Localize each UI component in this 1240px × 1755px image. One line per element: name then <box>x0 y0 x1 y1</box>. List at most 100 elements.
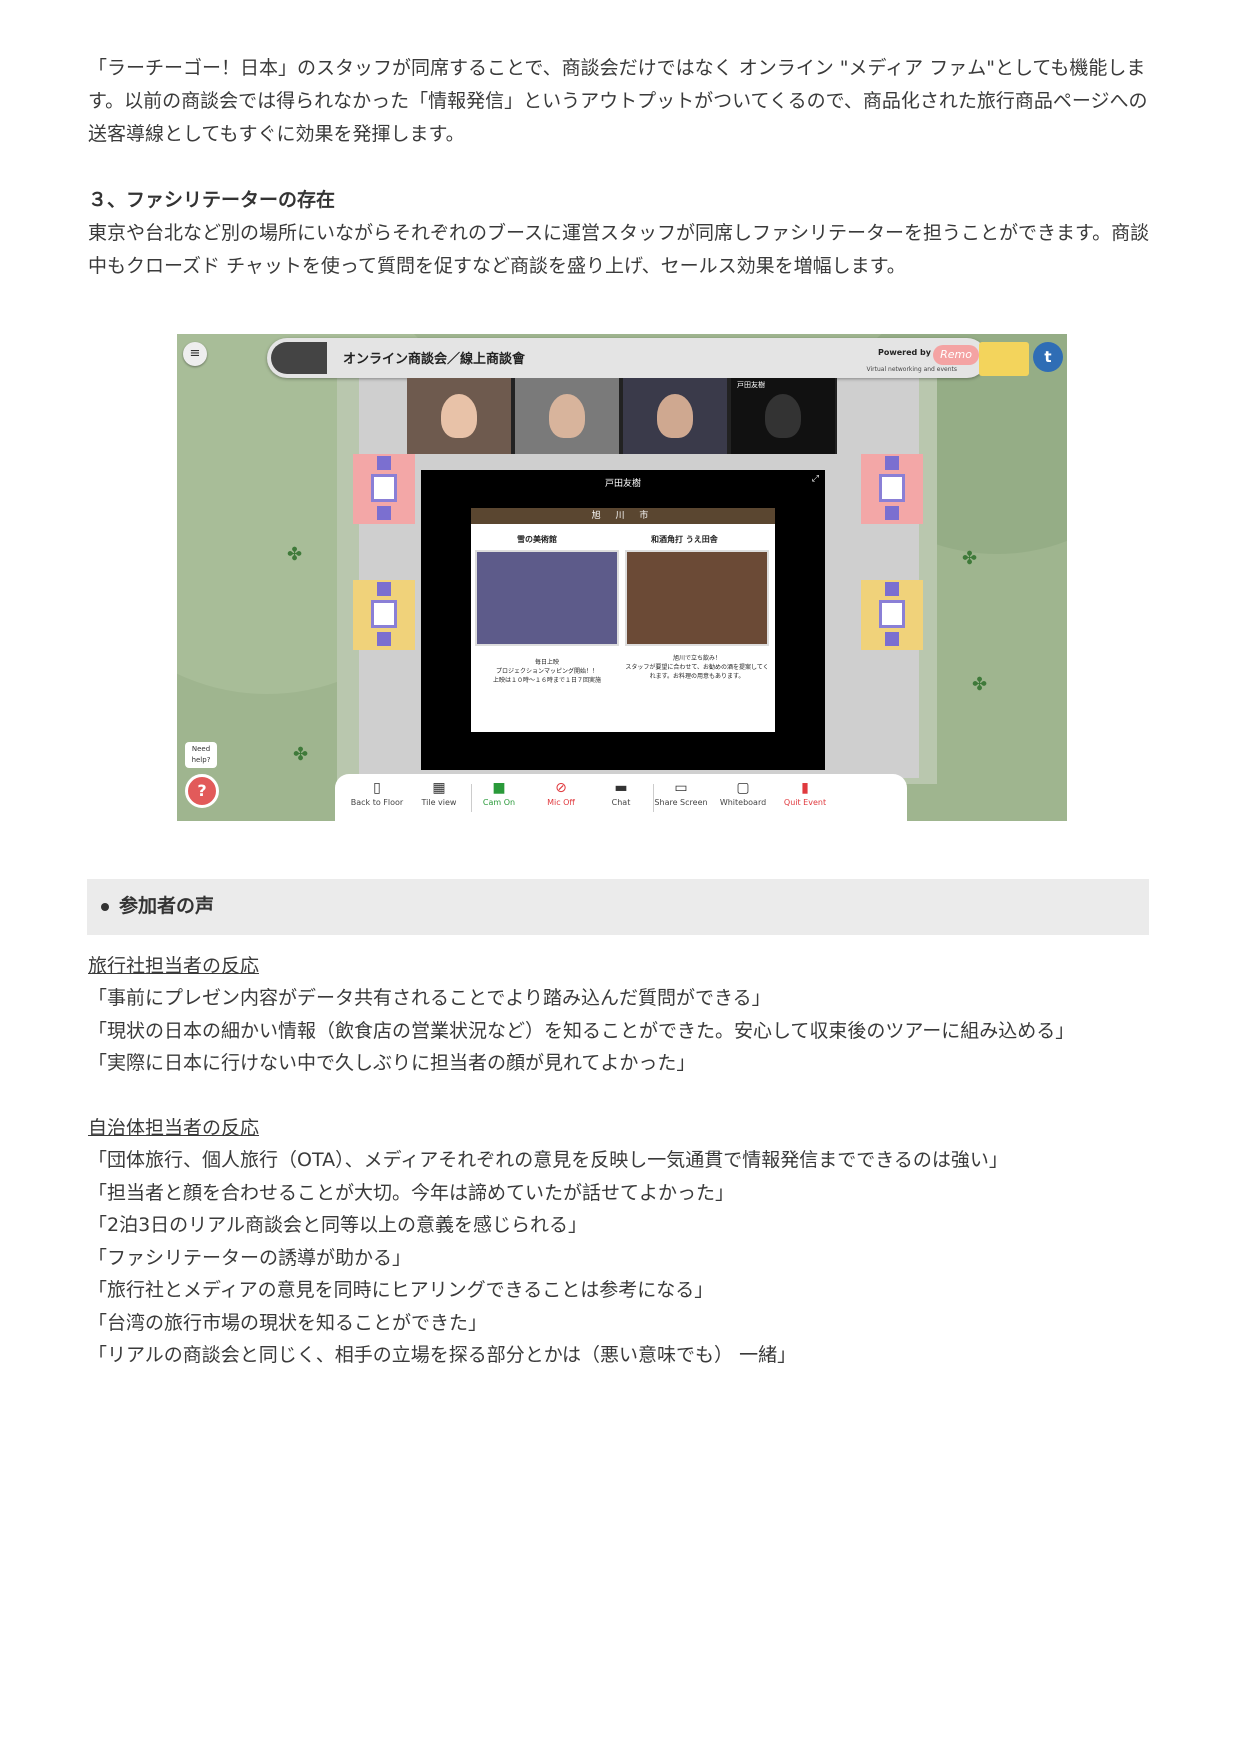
section-heading: ３、ファシリテーターの存在 <box>88 189 336 211</box>
map-icon: ▯ <box>373 780 381 796</box>
chat-icon: ▬ <box>614 780 628 796</box>
quote-item: 「事前にプレゼン内容がデータ共有されることでより踏み込んだ質問ができる」 <box>88 987 771 1009</box>
quote-item: 「旅行社とメディアの意見を同時にヒアリングできることは参考になる」 <box>88 1279 714 1301</box>
back-to-floor-button[interactable]: ▯ Back to Floor <box>343 780 411 807</box>
quote-item: 「台湾の旅行市場の現状を知ることができた」 <box>88 1311 488 1334</box>
quote-item: 「2泊3日のリアル商談会と同等以上の意義を感じられる」 <box>88 1214 587 1236</box>
remo-tagline: Virtual networking and events <box>866 366 957 373</box>
presentation-window: 戸田友樹 ⤢ 旭 川 市 雪の美術館 和酒角打 うえ田舎 毎日上映 プロジェクシ… <box>421 470 825 770</box>
toolbar-label: Back to Floor <box>350 798 404 807</box>
event-title: オンライン商談会／線上商談會 <box>343 352 526 367</box>
fullscreen-icon[interactable]: ⤢ <box>812 474 819 484</box>
voices-section-bar: 参加者の声 <box>87 879 1149 935</box>
whiteboard-icon: ▢ <box>736 780 750 796</box>
help-button[interactable]: ? <box>185 774 219 808</box>
seat <box>377 506 391 520</box>
booth-table[interactable] <box>353 454 415 524</box>
camera-icon: ■ <box>492 780 506 796</box>
toolbar-label: Tile view <box>421 798 457 807</box>
camera-name: 戸田友樹 <box>737 381 765 389</box>
caption-line: 毎日上映 <box>534 659 559 666</box>
caption-line: 上映は１０時～１６時まで１日７回実施 <box>492 677 601 684</box>
cam-on-button[interactable]: ■ Cam On <box>465 780 533 807</box>
participant-face <box>549 394 585 438</box>
seat <box>377 582 391 596</box>
powered-by-label: Powered by <box>878 348 931 357</box>
toolbar-label: Share Screen <box>654 798 708 807</box>
seat <box>377 632 391 646</box>
booth-table[interactable] <box>861 580 923 650</box>
chat-button[interactable]: ▬ Chat <box>587 780 655 807</box>
seat <box>377 456 391 470</box>
bar-photo <box>625 550 769 646</box>
slide-right-caption: 旭川で立ち飲み！ スタッフが要望に合わせて、お勧めの酒を提案してくれます。お料理… <box>625 654 769 681</box>
participant-face <box>657 394 693 438</box>
participant-face <box>441 394 477 438</box>
intro-paragraph: 「ラーチーゴー！日本」のスタッフが同席することで、商談会だけではなく オンライン… <box>88 57 1148 145</box>
museum-photo <box>475 550 619 646</box>
table-desk <box>371 600 397 628</box>
seat <box>885 456 899 470</box>
quote-item: 「団体旅行、個人旅行（OTA）、メディアそれぞれの意見を反映し一気通貫で情報発信… <box>88 1149 1008 1171</box>
event-logo <box>271 342 327 374</box>
whiteboard-button[interactable]: ▢ Whiteboard <box>709 780 777 807</box>
table-desk <box>371 474 397 502</box>
clover-icon: ✤ <box>293 744 309 765</box>
seat <box>885 506 899 520</box>
quit-event-button[interactable]: ▮ Quit Event <box>771 780 839 807</box>
user-avatar[interactable]: t <box>1033 342 1063 372</box>
toolbar-label: Quit Event <box>783 798 827 807</box>
event-top-bar: オンライン商談会／線上商談會 Powered by Remo Virtual n… <box>267 338 987 378</box>
caption-line: プロジェクションマッピング開始！！ <box>495 668 598 675</box>
remo-event-screenshot: ✤ ✤ ✤ ✤ オンライン商談会／線上商談會 Powered by Remo V… <box>177 334 1067 821</box>
need-help-tooltip: Need help? <box>185 742 217 768</box>
seat <box>885 632 899 646</box>
toolbar-label: Chat <box>611 798 631 807</box>
camera-tile[interactable] <box>623 378 727 454</box>
tile-view-button[interactable]: ▦ Tile view <box>405 780 473 807</box>
municipal-heading: 自治体担当者の反応 <box>88 1117 260 1139</box>
booth-table[interactable] <box>353 580 415 650</box>
slide-right-heading: 和酒角打 うえ田舎 <box>651 535 718 544</box>
screen-icon: ▭ <box>674 780 688 796</box>
camera-tile[interactable]: 戸田友樹 <box>731 378 835 454</box>
toolbar-label: Mic Off <box>547 798 575 807</box>
quote-item: 「担当者と顔を合わせることが大切。今年は諦めていたが話せてよかった」 <box>88 1181 735 1204</box>
remo-logo: Remo <box>933 345 979 365</box>
table-desk <box>879 600 905 628</box>
camera-strip: 戸田友樹 <box>407 378 837 454</box>
quote-item: 「現状の日本の細かい情報（飲食店の営業状況など）を知ることができた。安心して収束… <box>88 1019 1075 1042</box>
grid-icon: ▦ <box>432 780 446 796</box>
seat <box>885 582 899 596</box>
camera-tile[interactable] <box>407 378 511 454</box>
presenter-name: 戸田友樹 <box>604 479 641 489</box>
share-screen-button[interactable]: ▭ Share Screen <box>647 780 715 807</box>
agency-quotes: 「事前にプレゼン内容がデータ共有されることでより踏み込んだ質問ができる」 「現状… <box>88 982 1074 1080</box>
toolbar-label: Whiteboard <box>719 798 767 807</box>
clover-icon: ✤ <box>287 544 303 565</box>
mic-off-icon: ⊘ <box>555 780 567 796</box>
slide-left-caption: 毎日上映 プロジェクションマッピング開始！！ 上映は１０時～１６時まで１日７回実… <box>475 658 619 685</box>
municipal-quotes: 「団体旅行、個人旅行（OTA）、メディアそれぞれの意見を反映し一気通貫で情報発信… <box>88 1144 1008 1372</box>
clover-icon: ✤ <box>962 548 978 569</box>
quote-item: 「ファシリテーターの誘導が助かる」 <box>88 1246 412 1269</box>
quote-item: 「実際に日本に行けない中で久しぶりに担当者の顔が見れてよかった」 <box>88 1052 696 1074</box>
person-silhouette-icon <box>765 394 801 438</box>
presentation-slide: 旭 川 市 雪の美術館 和酒角打 うえ田舎 毎日上映 プロジェクションマッピング… <box>471 508 775 732</box>
booth-table[interactable] <box>861 454 923 524</box>
caption-line: 旭川で立ち飲み！ <box>672 655 721 662</box>
exit-icon: ▮ <box>801 780 809 796</box>
bullet-icon <box>101 903 109 911</box>
toolbar-label: Cam On <box>482 798 516 807</box>
agency-heading: 旅行社担当者の反応 <box>88 955 260 977</box>
clover-icon: ✤ <box>972 674 988 695</box>
menu-icon[interactable]: ≡ <box>183 342 207 366</box>
voices-title: 参加者の声 <box>119 895 215 917</box>
caption-line: スタッフが要望に合わせて、お勧めの酒を提案してくれます。お料理の用意もあります。 <box>625 664 769 680</box>
mic-off-button[interactable]: ⊘ Mic Off <box>527 780 595 807</box>
event-toolbar: ▯ Back to Floor ▦ Tile view ■ Cam On ⊘ M… <box>335 774 907 821</box>
table-desk <box>879 474 905 502</box>
camera-tile[interactable] <box>515 378 619 454</box>
quote-item: 「リアルの商談会と同じく、相手の立場を探る部分とかは（悪い意味でも） 一緒」 <box>88 1344 797 1366</box>
trial-notice-badge[interactable] <box>979 342 1029 376</box>
